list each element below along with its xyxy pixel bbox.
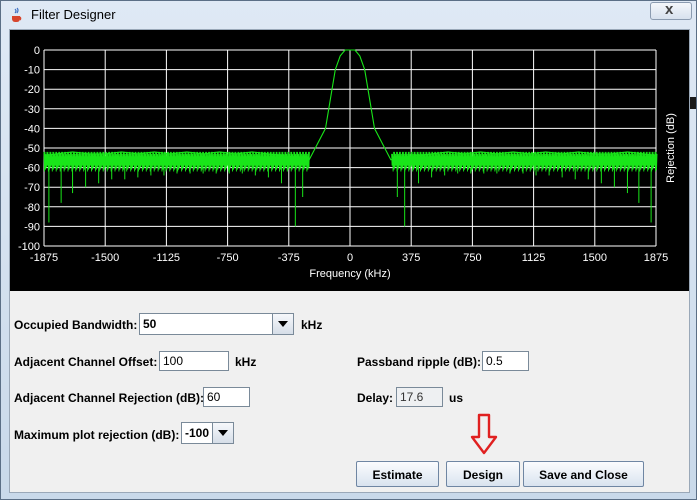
adjacent-channel-offset-input[interactable]	[159, 351, 229, 371]
occupied-bandwidth-combo[interactable]: 50	[139, 313, 294, 335]
x-tick-label: -1125	[153, 252, 180, 264]
x-tick-label: -750	[217, 252, 239, 264]
x-tick-label: 750	[463, 252, 481, 264]
x-tick-label: 1875	[644, 252, 668, 264]
adjacent-channel-rejection-label: Adjacent Channel Rejection (dB):	[14, 391, 205, 405]
passband-ripple-input[interactable]	[482, 351, 529, 371]
x-tick-label: -1875	[30, 252, 58, 264]
java-cup-icon	[12, 7, 22, 22]
max-plot-rejection-value: -100	[185, 426, 210, 440]
title-bar[interactable]: Filter Designer x	[1, 1, 697, 29]
y-tick-label: -30	[24, 104, 40, 116]
occupied-bandwidth-value: 50	[143, 317, 157, 331]
y-tick-label: -50	[24, 143, 40, 155]
occupied-bandwidth-label: Occupied Bandwidth:	[14, 318, 138, 332]
delay-unit: us	[449, 391, 464, 405]
design-button[interactable]: Design	[446, 461, 520, 487]
x-tick-label: 1500	[583, 252, 607, 264]
chevron-down-icon	[278, 321, 288, 327]
y-tick-label: 0	[34, 45, 40, 57]
adjacent-channel-offset-unit: kHz	[235, 355, 257, 369]
x-tick-label: -375	[278, 252, 300, 264]
y-tick-label: -100	[18, 241, 40, 253]
chevron-down-icon	[218, 430, 228, 436]
adjacent-channel-offset-label: Adjacent Channel Offset:	[14, 355, 158, 369]
y-axis-label: Rejection (dB)	[665, 113, 677, 183]
occupied-bandwidth-unit: kHz	[301, 318, 323, 332]
y-tick-label: -90	[24, 221, 40, 233]
x-axis-label: Frequency (kHz)	[309, 268, 390, 280]
dialog-content: -1875 -1500 -1125 -750 -375 0 375 750 1125 1500 18…	[9, 29, 690, 493]
y-tick-label: -20	[24, 84, 40, 96]
y-tick-label: -80	[24, 202, 40, 214]
delay-readonly-field	[396, 387, 443, 407]
x-tick-label: -1500	[91, 252, 119, 264]
filter-designer-window: Filter Designer x -1875 -1500 -1125 -750 -37…	[0, 0, 697, 500]
x-tick-label: 0	[347, 252, 353, 264]
save-and-close-button[interactable]: Save and Close	[523, 461, 644, 487]
close-button[interactable]: x	[650, 1, 692, 20]
window-title: Filter Designer	[31, 7, 116, 22]
filter-response-plot: -1875 -1500 -1125 -750 -375 0 375 750 1125 1500 18…	[10, 30, 689, 291]
background-edge	[690, 97, 696, 109]
max-plot-rejection-dropdown-button[interactable]	[212, 423, 233, 443]
y-tick-label: -60	[24, 163, 40, 175]
delay-label: Delay:	[357, 391, 394, 405]
x-tick-label: 375	[402, 252, 420, 264]
occupied-bandwidth-dropdown-button[interactable]	[272, 314, 293, 334]
y-tick-label: -70	[24, 182, 40, 194]
estimate-button[interactable]: Estimate	[356, 461, 439, 487]
red-arrow-annotation-icon	[470, 413, 498, 455]
y-tick-label: -10	[24, 65, 40, 77]
passband-ripple-label: Passband ripple (dB):	[357, 355, 482, 369]
max-plot-rejection-label: Maximum plot rejection (dB):	[14, 428, 180, 442]
adjacent-channel-rejection-input[interactable]	[203, 387, 250, 407]
x-tick-label: 1125	[522, 252, 546, 264]
filter-response-chart: -1875 -1500 -1125 -750 -375 0 375 750 1125 1500 18…	[18, 45, 677, 280]
max-plot-rejection-combo[interactable]: -100	[181, 422, 234, 444]
y-tick-label: -40	[24, 123, 40, 135]
close-icon: x	[665, 1, 674, 18]
